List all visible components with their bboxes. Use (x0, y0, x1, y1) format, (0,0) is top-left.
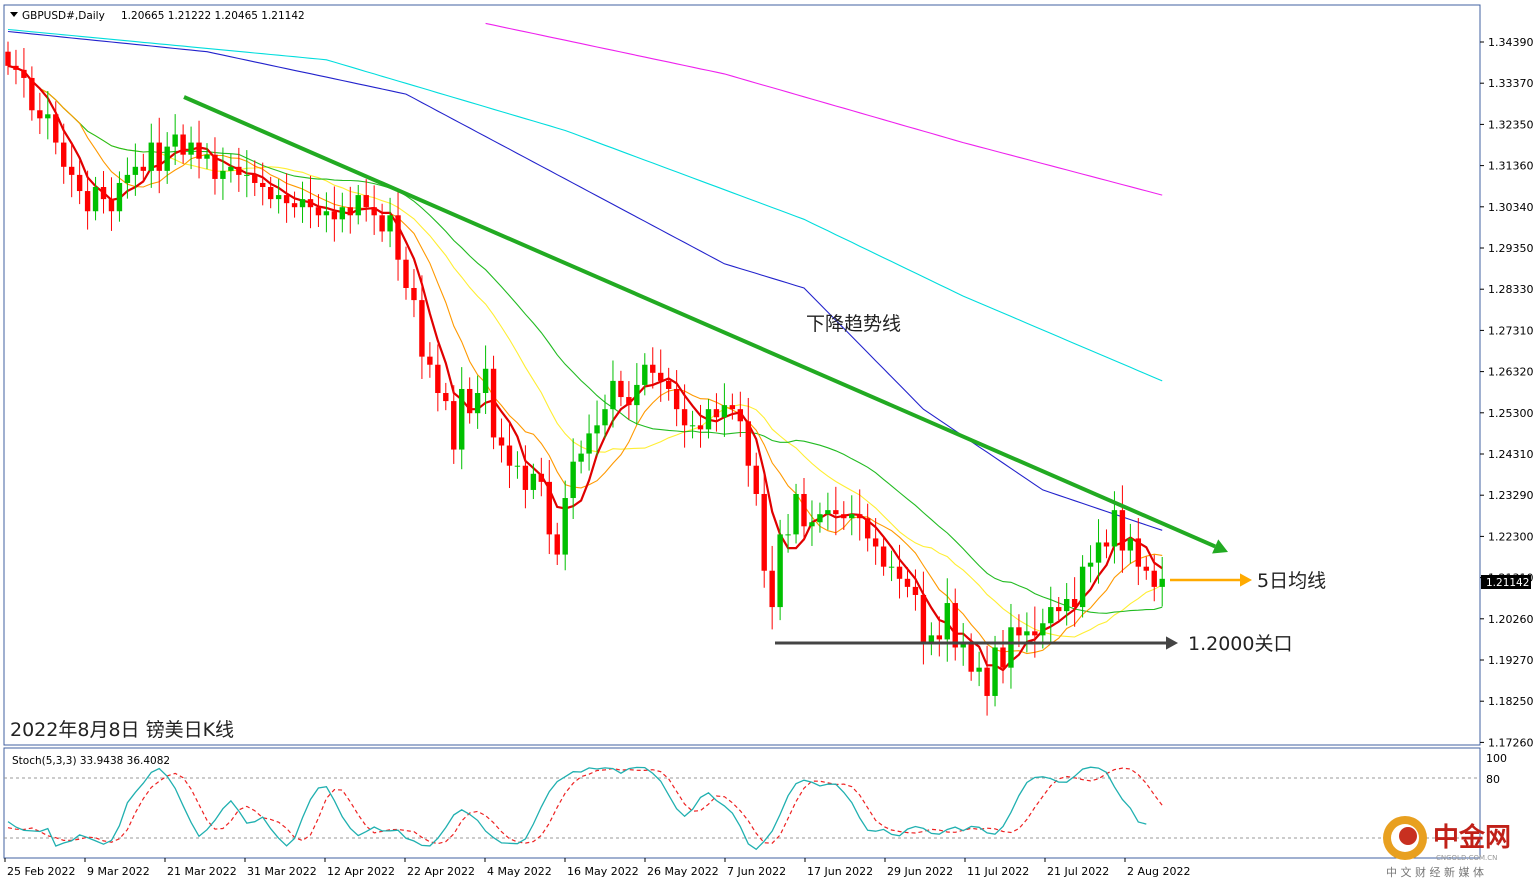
stoch-tick-label: 100 (1486, 752, 1507, 765)
date-tick-label: 21 Mar 2022 (167, 865, 237, 878)
price-tick-label: 1.30340 (1488, 201, 1534, 214)
candle (777, 519, 783, 621)
date-tick-label: 4 May 2022 (487, 865, 552, 878)
date-tick-label: 2 Aug 2022 (1127, 865, 1190, 878)
trendline-label: 下降趋势线 (806, 313, 901, 335)
level-label: 1.2000关口 (1188, 633, 1292, 655)
price-tick-label: 1.29350 (1488, 242, 1534, 255)
date-tick-label: 21 Jul 2022 (1047, 865, 1109, 878)
date-tick-label: 11 Jul 2022 (967, 865, 1029, 878)
price-tick-label: 1.20260 (1488, 613, 1534, 626)
price-tick-label: 1.26320 (1488, 366, 1534, 379)
gbpusd-chart[interactable]: 1.34390 1.33370 1.32350 1.31360 1.30340 1.293… (0, 0, 1540, 889)
stoch-plot-frame (3, 747, 1481, 859)
price-tick-label: 1.17260 (1488, 736, 1534, 749)
price-tick-label: 1.27310 (1488, 324, 1534, 337)
price-tick-label: 1.31360 (1488, 160, 1534, 173)
ohlc-label: 1.20665 1.21222 1.20465 1.21142 (121, 10, 305, 22)
price-tick-label: 1.18250 (1488, 695, 1534, 708)
price-tick-label: 1.32350 (1488, 118, 1534, 131)
price-tick-label: 1.24310 (1488, 448, 1534, 461)
chart-header: GBPUSD#,Daily 1.20665 1.21222 1.20465 1.… (10, 10, 305, 22)
date-tick-label: 17 Jun 2022 (807, 865, 873, 878)
ma5-label: 5日均线 (1257, 570, 1326, 592)
chart-caption: 2022年8月8日 镑美日K线 (10, 719, 234, 741)
price-tick-label: 1.28330 (1488, 283, 1534, 296)
price-tick-label: 1.34390 (1488, 36, 1534, 49)
date-tick-label: 29 Jun 2022 (887, 865, 953, 878)
date-tick-label: 31 Mar 2022 (247, 865, 317, 878)
date-tick-label: 9 Mar 2022 (87, 865, 150, 878)
svg-text:1.21142: 1.21142 (1486, 577, 1529, 589)
stoch-label: Stoch(5,3,3) 33.9438 36.4082 (12, 755, 170, 767)
price-tick-label: 1.23290 (1488, 489, 1534, 502)
current-price-badge: 1.21142 (1481, 575, 1531, 589)
symbol-label: GBPUSD#,Daily (22, 10, 105, 22)
candle (490, 355, 497, 450)
chart-root: 1.34390 1.33370 1.32350 1.31360 1.30340 1.293… (0, 0, 1540, 889)
date-tick-label: 16 May 2022 (567, 865, 639, 878)
price-tick-label: 1.19270 (1488, 654, 1534, 667)
svg-text:中 文 财 经 新 媒 体: 中 文 财 经 新 媒 体 (1386, 865, 1484, 879)
date-tick-label: 25 Feb 2022 (7, 865, 75, 878)
date-tick-label: 26 May 2022 (647, 865, 719, 878)
date-tick-label: 7 Jun 2022 (727, 865, 786, 878)
price-tick-label: 1.22300 (1488, 530, 1534, 543)
date-tick-label: 22 Apr 2022 (407, 865, 475, 878)
date-tick-label: 12 Apr 2022 (327, 865, 395, 878)
svg-text:CNGOLD.COM.CN: CNGOLD.COM.CN (1436, 854, 1497, 862)
price-tick-label: 1.33370 (1488, 77, 1534, 90)
svg-text:中金网: 中金网 (1433, 822, 1511, 853)
price-tick-label: 1.25300 (1488, 407, 1534, 420)
stoch-tick-label: 80 (1486, 773, 1500, 786)
